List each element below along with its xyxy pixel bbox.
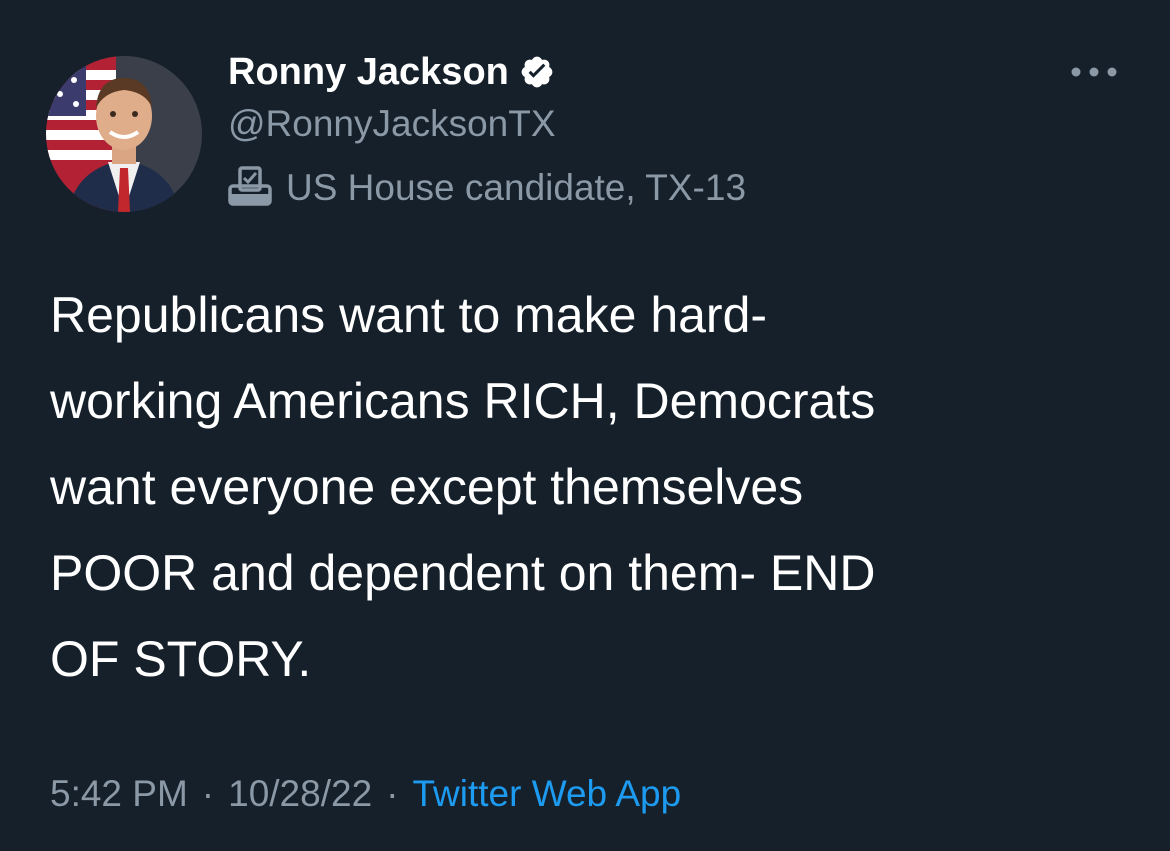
tweet-time[interactable]: 5:42 PM	[50, 773, 188, 815]
tweet-text-line: POOR and dependent on them- END	[50, 545, 876, 601]
author-label: US House candidate, TX-13	[226, 164, 746, 212]
tweet-text-line: want everyone except themselves	[50, 459, 804, 515]
tweet-card: Ronny Jackson @RonnyJacksonTX US House c…	[0, 0, 1170, 851]
author-handle[interactable]: @RonnyJacksonTX	[228, 100, 556, 148]
avatar-image	[46, 56, 202, 212]
author-name-row: Ronny Jackson	[228, 48, 555, 96]
tweet-date[interactable]: 10/28/22	[228, 773, 372, 815]
author-display-name[interactable]: Ronny Jackson	[228, 48, 509, 96]
tweet-text-line: working Americans RICH, Democrats	[50, 373, 876, 429]
tweet-source-link[interactable]: Twitter Web App	[412, 773, 681, 815]
tweet-meta: 5:42 PM · 10/28/22 · Twitter Web App	[50, 766, 681, 822]
tweet-text-line: OF STORY.	[50, 631, 312, 687]
ballot-box-icon	[226, 164, 274, 213]
meta-separator: ·	[386, 773, 399, 814]
author-label-text: US House candidate, TX-13	[286, 167, 747, 208]
more-horizontal-icon	[1071, 67, 1117, 77]
meta-separator: ·	[201, 773, 215, 814]
tweet-text: Republicans want to make hard- working A…	[50, 272, 1130, 702]
more-options-button[interactable]	[1062, 50, 1126, 94]
tweet-text-line: Republicans want to make hard-	[50, 287, 768, 343]
avatar[interactable]	[46, 56, 202, 212]
verified-badge-icon	[519, 54, 555, 90]
